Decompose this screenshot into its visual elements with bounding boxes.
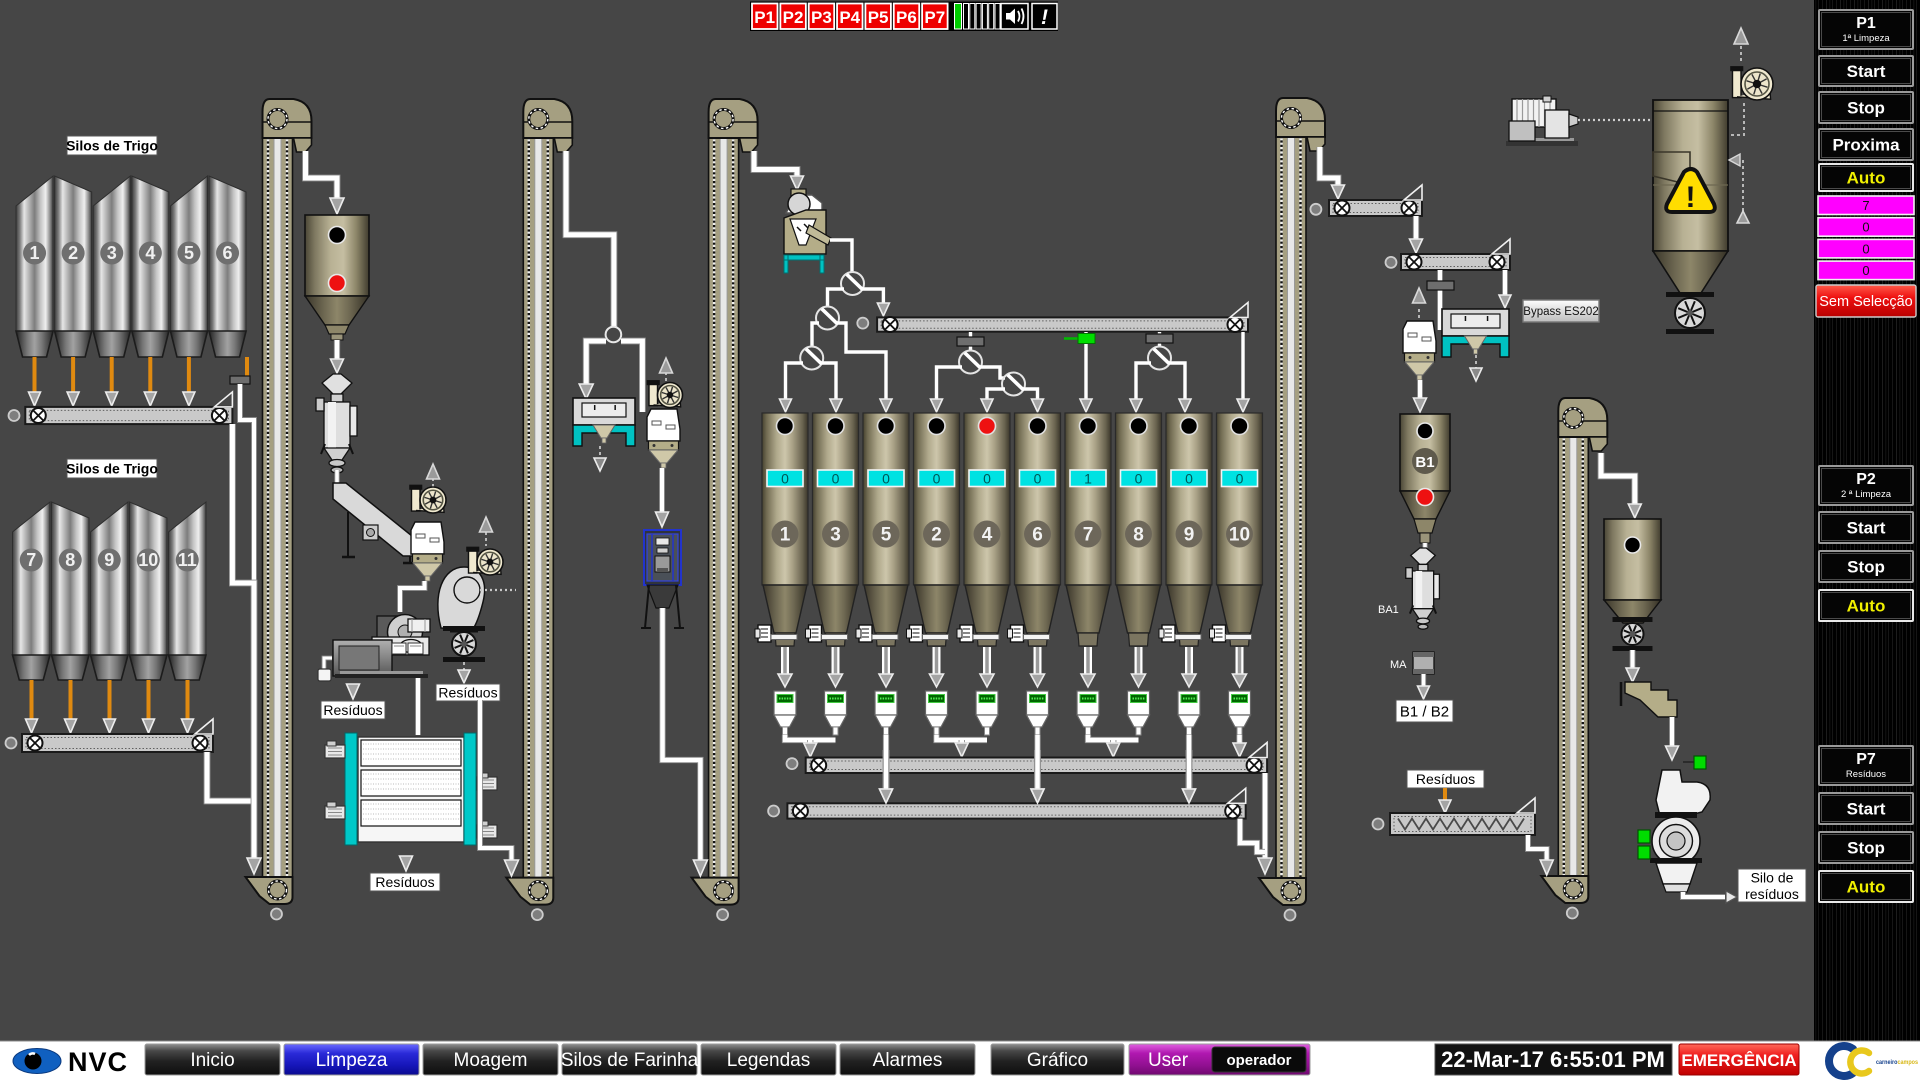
svg-text:1ª Limpeza: 1ª Limpeza <box>1842 33 1890 44</box>
svg-text:!: ! <box>1686 181 1696 214</box>
svg-text:8: 8 <box>65 550 75 570</box>
svg-text:Alarmes: Alarmes <box>873 1050 943 1071</box>
svg-text:Start: Start <box>1847 800 1886 819</box>
svg-text:1: 1 <box>1084 471 1092 487</box>
svg-text:4: 4 <box>982 525 993 546</box>
svg-text:P3: P3 <box>811 8 832 27</box>
svg-text:Silos de Farinha: Silos de Farinha <box>561 1050 699 1071</box>
svg-text:P1: P1 <box>1856 15 1876 32</box>
svg-text:MA: MA <box>1390 659 1407 671</box>
svg-text:0: 0 <box>1862 241 1869 256</box>
svg-text:10: 10 <box>1229 525 1250 546</box>
svg-text:Stop: Stop <box>1847 558 1885 577</box>
svg-text:9: 9 <box>104 550 114 570</box>
svg-text:Silos de Trigo: Silos de Trigo <box>66 461 158 477</box>
svg-text:0: 0 <box>933 471 941 487</box>
svg-text:Resíduos: Resíduos <box>1416 771 1475 787</box>
svg-text:6: 6 <box>1032 525 1043 546</box>
svg-text:resíduos: resíduos <box>1745 886 1799 902</box>
svg-text:Proxima: Proxima <box>1832 136 1900 155</box>
svg-text:P7: P7 <box>1856 751 1876 768</box>
svg-text:User: User <box>1148 1050 1189 1071</box>
svg-text:Start: Start <box>1847 62 1886 81</box>
svg-text:Moagem: Moagem <box>454 1050 528 1071</box>
svg-text:Stop: Stop <box>1847 99 1885 118</box>
svg-text:10: 10 <box>138 550 158 570</box>
svg-text:0: 0 <box>781 471 789 487</box>
svg-text:6: 6 <box>223 243 233 263</box>
svg-text:EMERGÊNCIA: EMERGÊNCIA <box>1681 1051 1796 1070</box>
svg-text:5: 5 <box>184 243 194 263</box>
svg-text:operador: operador <box>1226 1052 1291 1069</box>
svg-text:7: 7 <box>26 550 36 570</box>
svg-text:9: 9 <box>1184 525 1195 546</box>
svg-text:1: 1 <box>30 243 40 263</box>
svg-text:Limpeza: Limpeza <box>316 1050 388 1071</box>
svg-text:Legendas: Legendas <box>727 1050 810 1071</box>
svg-text:Auto: Auto <box>1847 169 1886 188</box>
svg-text:7: 7 <box>1862 198 1869 213</box>
svg-text:Auto: Auto <box>1847 878 1886 897</box>
svg-text:0: 0 <box>882 471 890 487</box>
svg-text:Resíduos: Resíduos <box>438 685 497 701</box>
svg-text:5: 5 <box>881 525 892 546</box>
svg-text:Resíduos: Resíduos <box>375 874 434 890</box>
svg-text:0: 0 <box>983 471 991 487</box>
svg-text:!: ! <box>1041 6 1048 29</box>
svg-text:carneirocampos: carneirocampos <box>1876 1059 1918 1066</box>
svg-text:Bypass ES202: Bypass ES202 <box>1523 306 1598 318</box>
svg-text:NVC: NVC <box>68 1047 128 1077</box>
svg-text:B1: B1 <box>1415 454 1434 471</box>
svg-text:8: 8 <box>1133 525 1144 546</box>
svg-text:Silo de: Silo de <box>1751 869 1794 885</box>
svg-text:Resíduos: Resíduos <box>323 702 382 718</box>
svg-text:Sem Selecção: Sem Selecção <box>1819 294 1913 310</box>
svg-text:2: 2 <box>68 243 78 263</box>
svg-text:P6: P6 <box>896 8 917 27</box>
svg-text:0: 0 <box>1135 471 1143 487</box>
svg-text:4: 4 <box>145 243 155 263</box>
svg-text:1: 1 <box>780 525 791 546</box>
svg-text:3: 3 <box>830 525 841 546</box>
svg-text:0: 0 <box>1862 263 1869 278</box>
svg-text:22-Mar-17 6:55:01 PM: 22-Mar-17 6:55:01 PM <box>1441 1047 1665 1072</box>
svg-text:0: 0 <box>832 471 840 487</box>
svg-text:P4: P4 <box>839 8 860 27</box>
svg-text:P2: P2 <box>783 8 804 27</box>
svg-text:Resíduos: Resíduos <box>1846 769 1886 780</box>
svg-text:P5: P5 <box>868 8 889 27</box>
svg-text:P1: P1 <box>754 8 775 27</box>
svg-text:0: 0 <box>1034 471 1042 487</box>
svg-text:B1 / B2: B1 / B2 <box>1400 703 1449 720</box>
svg-text:0: 0 <box>1185 471 1193 487</box>
svg-text:2: 2 <box>931 525 942 546</box>
svg-text:Start: Start <box>1847 519 1886 538</box>
svg-text:Auto: Auto <box>1847 597 1886 616</box>
svg-text:7: 7 <box>1083 525 1094 546</box>
svg-text:3: 3 <box>107 243 117 263</box>
svg-text:0: 0 <box>1236 471 1244 487</box>
svg-text:Inicio: Inicio <box>190 1050 234 1071</box>
svg-text:11: 11 <box>178 550 197 570</box>
svg-text:P2: P2 <box>1856 471 1876 488</box>
svg-text:2 ª Limpeza: 2 ª Limpeza <box>1841 489 1892 500</box>
svg-text:Silos de Trigo: Silos de Trigo <box>66 138 158 154</box>
svg-text:P7: P7 <box>924 8 945 27</box>
svg-text:Stop: Stop <box>1847 839 1885 858</box>
svg-text:Gráfico: Gráfico <box>1027 1050 1088 1071</box>
svg-text:0: 0 <box>1862 220 1869 235</box>
svg-text:BA1: BA1 <box>1378 604 1399 616</box>
